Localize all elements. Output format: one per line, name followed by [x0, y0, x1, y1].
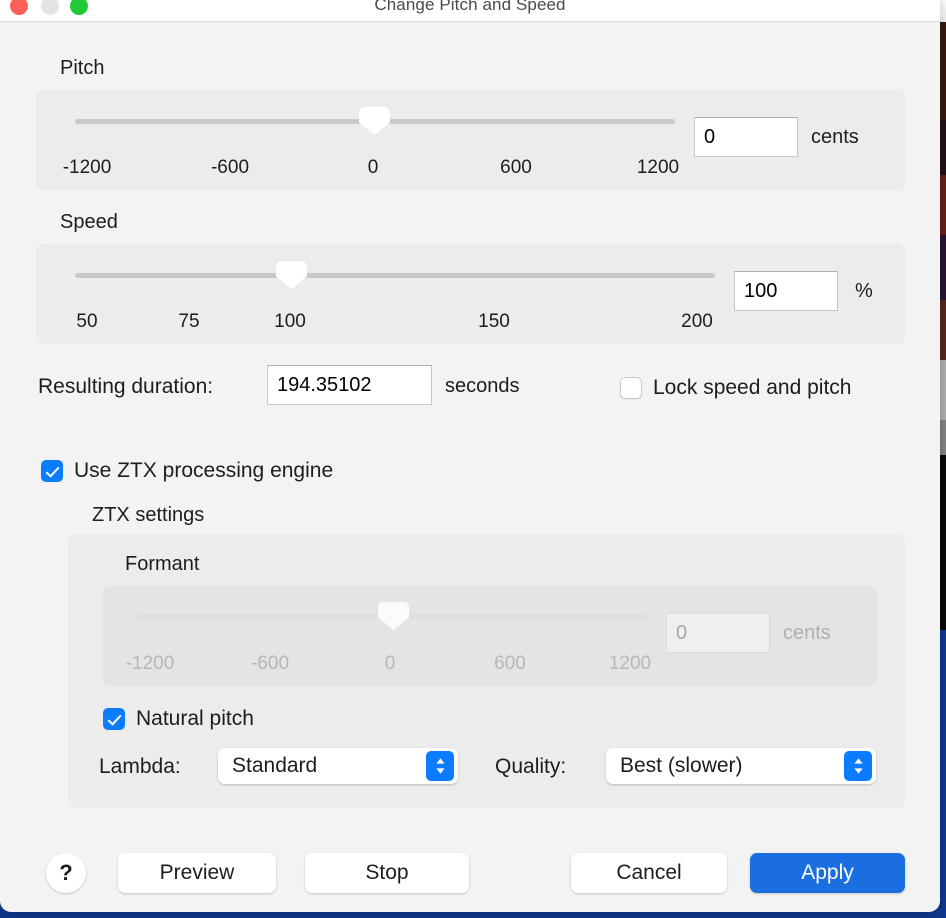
- lambda-value: Standard: [232, 754, 318, 777]
- speed-section-label: Speed: [60, 211, 118, 233]
- chevron-up-down-icon[interactable]: [844, 751, 872, 781]
- formant-tick-2: 0: [384, 653, 396, 674]
- pitch-value-input[interactable]: 0: [694, 117, 798, 157]
- speed-unit-label: %: [855, 280, 873, 302]
- stop-button[interactable]: Stop: [305, 853, 469, 893]
- help-button[interactable]: ?: [46, 853, 86, 893]
- speed-tick-4: 200: [681, 311, 713, 332]
- formant-tick-1: -600: [250, 653, 290, 674]
- resulting-duration-input[interactable]: 194.35102: [267, 365, 432, 405]
- speed-tick-1: 75: [178, 311, 200, 332]
- pitch-slider[interactable]: [75, 107, 675, 135]
- formant-slider[interactable]: [138, 602, 648, 630]
- chevron-up-down-icon[interactable]: [426, 751, 454, 781]
- formant-tick-4: 1200: [608, 653, 652, 674]
- quality-label: Quality:: [495, 755, 567, 778]
- quality-value: Best (slower): [620, 754, 743, 777]
- lambda-label: Lambda:: [99, 755, 181, 778]
- lambda-popup-button[interactable]: Standard: [218, 748, 458, 784]
- natural-pitch-checkbox[interactable]: [103, 708, 125, 730]
- speed-tick-2: 100: [274, 311, 306, 332]
- lock-speed-and-pitch-label: Lock speed and pitch: [653, 376, 852, 399]
- pitch-tick-4: 1200: [636, 157, 680, 178]
- use-ztx-engine-checkbox[interactable]: [41, 460, 63, 482]
- speed-value-input[interactable]: 100: [734, 271, 838, 311]
- pitch-tick-2: 0: [367, 157, 379, 178]
- formant-tick-3: 600: [494, 653, 526, 674]
- speed-tick-0: 50: [76, 311, 98, 332]
- apply-button[interactable]: Apply: [750, 853, 905, 893]
- formant-value-input[interactable]: 0: [666, 613, 770, 653]
- speed-slider-track[interactable]: [75, 273, 715, 278]
- pitch-tick-1: -600: [210, 157, 250, 178]
- pitch-tick-0: -1200: [62, 157, 112, 178]
- formant-unit-label: cents: [783, 622, 831, 644]
- window-title: Change Pitch and Speed: [374, 0, 566, 14]
- pitch-section-label: Pitch: [60, 57, 105, 79]
- ztx-settings-label: ZTX settings: [92, 504, 205, 526]
- pitch-unit-label: cents: [811, 126, 859, 148]
- natural-pitch-label: Natural pitch: [136, 707, 254, 730]
- speed-tick-3: 150: [478, 311, 510, 332]
- cancel-button[interactable]: Cancel: [571, 853, 727, 893]
- resulting-duration-unit-label: seconds: [445, 375, 520, 397]
- pitch-tick-3: 600: [500, 157, 532, 178]
- formant-label: Formant: [125, 553, 200, 575]
- lock-speed-and-pitch-checkbox[interactable]: [620, 377, 642, 399]
- preview-button[interactable]: Preview: [118, 853, 276, 893]
- formant-tick-0: -1200: [125, 653, 175, 674]
- lock-speed-and-pitch-checkbox-row[interactable]: Lock speed and pitch: [620, 376, 851, 400]
- change-pitch-and-speed-dialog: Change Pitch and Speed Pitch -1200 -600 …: [0, 0, 940, 912]
- use-ztx-engine-checkbox-row[interactable]: Use ZTX processing engine: [41, 459, 333, 483]
- speed-slider[interactable]: [75, 261, 715, 289]
- natural-pitch-checkbox-row[interactable]: Natural pitch: [103, 707, 254, 731]
- resulting-duration-label: Resulting duration:: [38, 375, 214, 398]
- window-titlebar[interactable]: Change Pitch and Speed: [0, 0, 940, 22]
- quality-popup-button[interactable]: Best (slower): [606, 748, 876, 784]
- use-ztx-engine-label: Use ZTX processing engine: [74, 459, 334, 482]
